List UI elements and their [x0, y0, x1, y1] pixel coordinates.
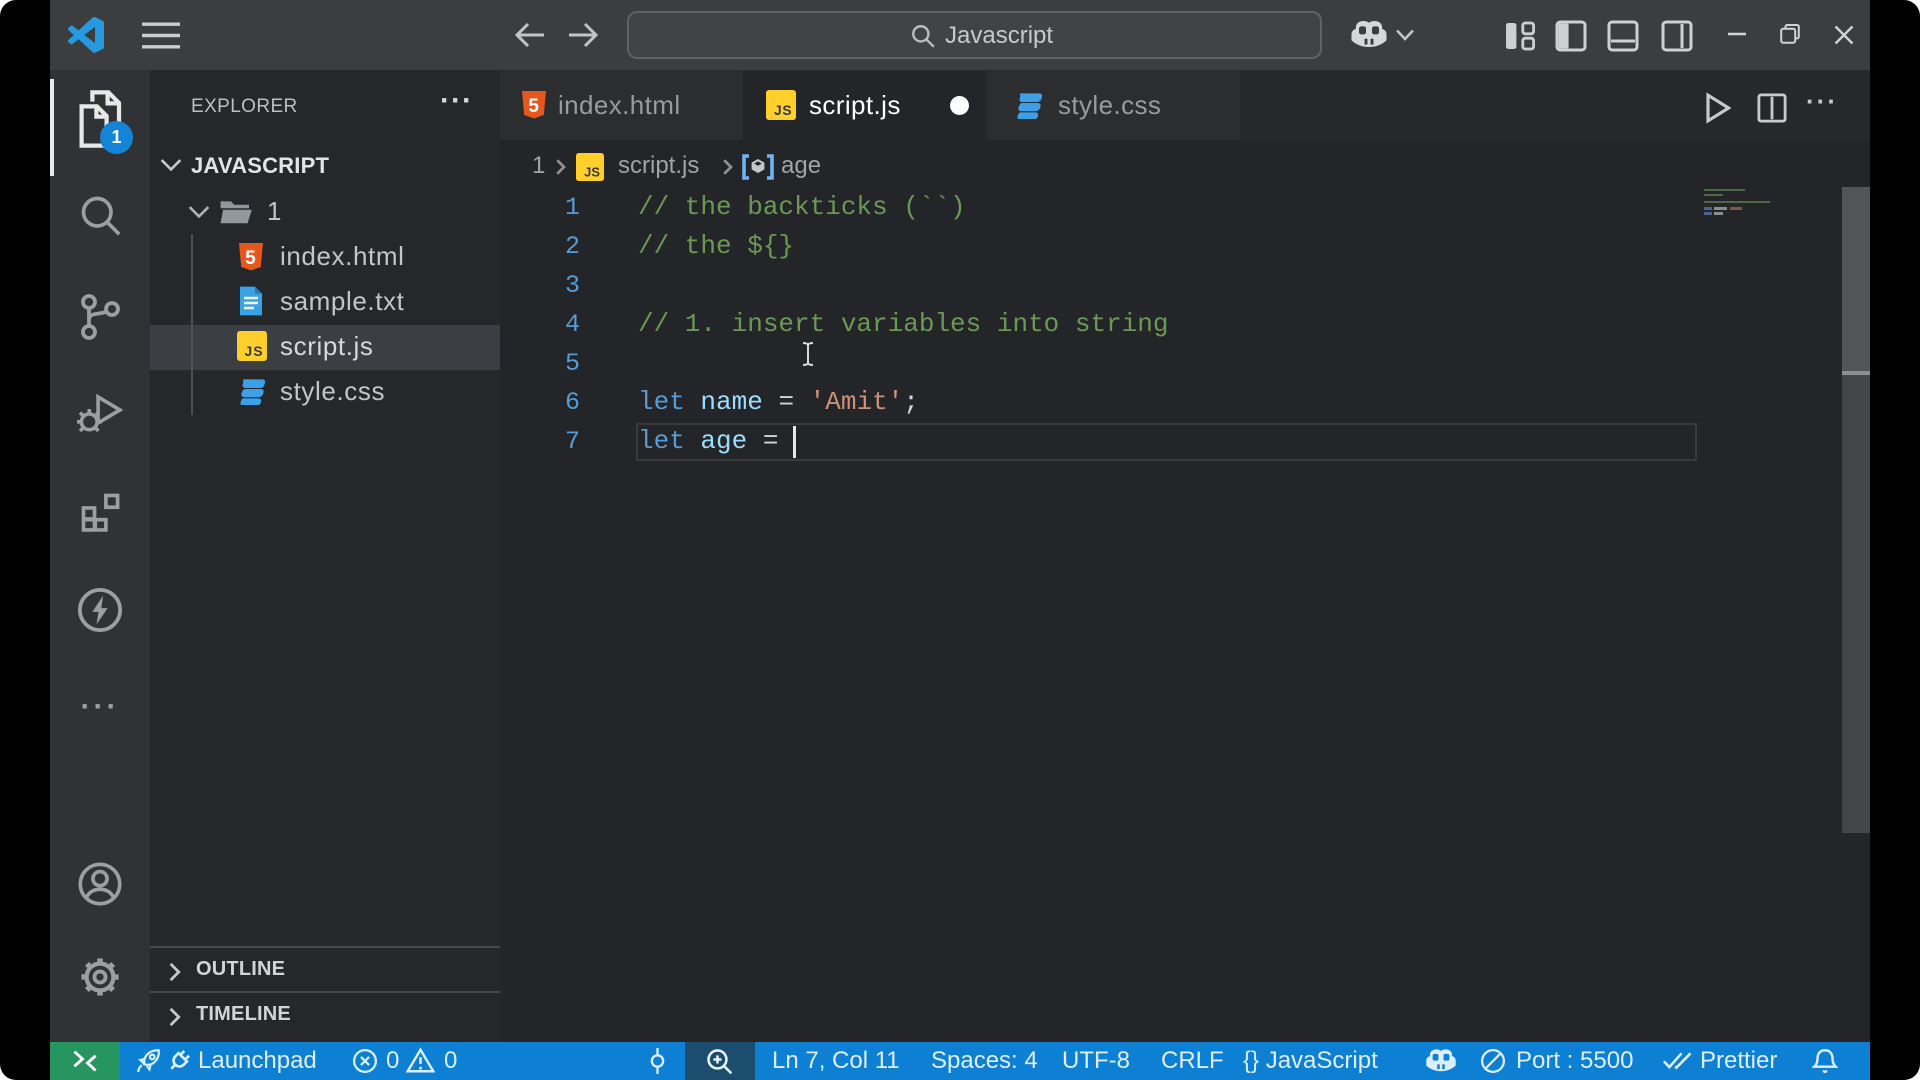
svg-text:5: 5: [245, 248, 257, 269]
svg-text:5: 5: [528, 96, 539, 117]
svg-text:JS: JS: [774, 103, 792, 118]
svg-text:JS: JS: [584, 164, 600, 179]
svg-text:JS: JS: [245, 344, 264, 359]
